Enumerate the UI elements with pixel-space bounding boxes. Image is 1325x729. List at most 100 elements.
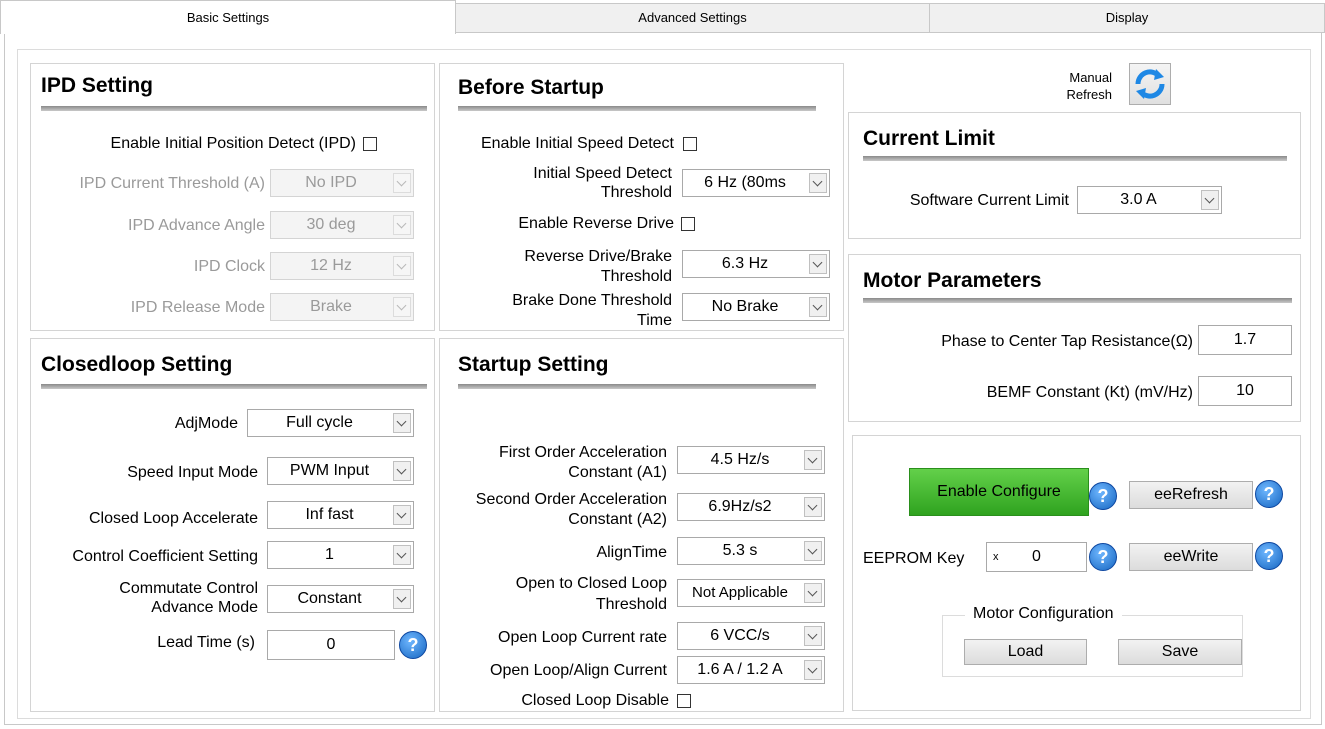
select-value: 12 Hz bbox=[310, 257, 352, 274]
enable-configure-help-icon[interactable]: ? bbox=[1089, 482, 1117, 510]
closed-loop-accelerate-label: Closed Loop Accelerate bbox=[89, 510, 258, 527]
enable-reverse-drive-label: Enable Reverse Drive bbox=[518, 215, 674, 232]
adjmode-label: AdjMode bbox=[174, 415, 238, 432]
chevron-down-icon bbox=[804, 626, 822, 646]
eeprom-key-input[interactable]: x 0 bbox=[986, 542, 1087, 572]
ee-write-help-icon[interactable]: ? bbox=[1255, 542, 1283, 570]
resistance-input[interactable]: 1.7 bbox=[1198, 325, 1292, 355]
control-coefficient-label: Control Coefficient Setting bbox=[72, 548, 258, 565]
current-rate-label: Open Loop Current rate bbox=[498, 629, 667, 646]
closed-loop-disable-label: Closed Loop Disable bbox=[521, 692, 669, 709]
resistance-label: Phase to Center Tap Resistance(Ω) bbox=[941, 333, 1193, 350]
software-current-limit-select[interactable]: 3.0 A bbox=[1077, 186, 1222, 214]
current-rate-select[interactable]: 6 VCC/s bbox=[677, 622, 825, 650]
motor-configuration-title: Motor Configuration bbox=[965, 605, 1122, 623]
reverse-threshold-select[interactable]: 6.3 Hz bbox=[682, 250, 830, 278]
align-current-label: Open Loop/Align Current bbox=[490, 662, 667, 679]
align-time-label: AlignTime bbox=[596, 544, 667, 561]
current-limit-title: Current Limit bbox=[863, 127, 995, 150]
closedloop-title-rule bbox=[41, 384, 427, 389]
speed-detect-threshold-label-2: Threshold bbox=[600, 184, 672, 201]
motor-configuration-group: Motor Configuration Load Save bbox=[942, 605, 1243, 677]
select-value: Inf fast bbox=[305, 506, 354, 523]
commutate-control-label-1: Commutate Control bbox=[119, 580, 258, 597]
lead-time-help-icon[interactable]: ? bbox=[399, 631, 427, 659]
load-button[interactable]: Load bbox=[964, 639, 1087, 665]
chevron-down-icon bbox=[804, 497, 822, 517]
chevron-down-icon bbox=[804, 660, 822, 680]
bemf-constant-input[interactable]: 10 bbox=[1198, 376, 1292, 406]
ipd-advance-angle-select[interactable]: 30 deg bbox=[270, 211, 414, 239]
tab-basic-settings[interactable]: Basic Settings bbox=[0, 0, 456, 34]
speed-input-mode-select[interactable]: PWM Input bbox=[267, 457, 414, 485]
ipd-setting-title: IPD Setting bbox=[41, 74, 154, 97]
chevron-down-icon bbox=[393, 297, 411, 317]
chevron-down-icon bbox=[393, 545, 411, 565]
ipd-clock-label: IPD Clock bbox=[193, 258, 265, 275]
chevron-down-icon bbox=[393, 173, 411, 193]
ipd-release-mode-label: IPD Release Mode bbox=[130, 299, 265, 316]
speed-detect-threshold-select[interactable]: 6 Hz (80ms bbox=[682, 169, 830, 197]
chevron-down-icon bbox=[809, 254, 827, 274]
startup-setting-panel: Startup Setting First Order Acceleration… bbox=[439, 338, 844, 712]
eeprom-key-help-icon[interactable]: ? bbox=[1089, 543, 1117, 571]
a1-select[interactable]: 4.5 Hz/s bbox=[677, 446, 825, 474]
save-button[interactable]: Save bbox=[1118, 639, 1242, 665]
enable-speed-detect-checkbox[interactable] bbox=[683, 137, 697, 151]
enable-ipd-checkbox[interactable] bbox=[363, 137, 377, 151]
enable-configure-button[interactable]: Enable Configure bbox=[909, 468, 1089, 516]
select-value: Brake bbox=[310, 298, 352, 315]
control-coefficient-select[interactable]: 1 bbox=[267, 541, 414, 569]
before-startup-title-rule bbox=[458, 106, 816, 111]
select-value: Constant bbox=[297, 590, 362, 607]
a1-label-2: Constant (A1) bbox=[568, 464, 667, 481]
ipd-setting-panel: IPD Setting Enable Initial Position Dete… bbox=[30, 63, 435, 331]
lead-time-input[interactable]: 0 bbox=[267, 630, 395, 660]
a2-label-1: Second Order Acceleration bbox=[475, 491, 667, 508]
ipd-current-threshold-label: IPD Current Threshold (A) bbox=[79, 175, 265, 192]
chevron-down-icon bbox=[393, 215, 411, 235]
select-value: 5.3 s bbox=[722, 542, 758, 559]
brake-done-select[interactable]: No Brake bbox=[682, 293, 830, 321]
a2-select[interactable]: 6.9Hz/s2 bbox=[677, 493, 825, 521]
eeprom-key-prefix: x bbox=[993, 551, 999, 563]
commutate-control-select[interactable]: Constant bbox=[267, 585, 414, 613]
chevron-down-icon bbox=[393, 505, 411, 525]
closedloop-setting-title: Closedloop Setting bbox=[41, 353, 233, 376]
enable-ipd-label: Enable Initial Position Detect (IPD) bbox=[110, 135, 356, 152]
select-value: Not Applicable bbox=[692, 584, 788, 601]
align-current-select[interactable]: 1.6 A / 1.2 A bbox=[677, 656, 825, 684]
ee-refresh-button[interactable]: eeRefresh bbox=[1129, 481, 1253, 509]
ipd-release-mode-select[interactable]: Brake bbox=[270, 293, 414, 321]
tab-advanced-settings[interactable]: Advanced Settings bbox=[455, 3, 930, 33]
manual-refresh-label-1: Manual bbox=[1069, 70, 1112, 85]
closed-loop-disable-checkbox[interactable] bbox=[677, 694, 691, 708]
closedloop-setting-panel: Closedloop Setting AdjMode Full cycle Sp… bbox=[30, 338, 435, 712]
ee-write-button[interactable]: eeWrite bbox=[1129, 543, 1253, 571]
select-value: 6.9Hz/s2 bbox=[708, 498, 772, 515]
ipd-title-rule bbox=[41, 106, 427, 111]
chevron-down-icon bbox=[393, 413, 411, 433]
tab-display[interactable]: Display bbox=[929, 3, 1325, 33]
chevron-down-icon bbox=[804, 450, 822, 470]
manual-refresh-button[interactable] bbox=[1129, 63, 1171, 105]
motor-parameters-title: Motor Parameters bbox=[863, 269, 1042, 292]
enable-reverse-drive-checkbox[interactable] bbox=[681, 217, 695, 231]
select-value: 6.3 Hz bbox=[721, 255, 769, 272]
closed-loop-accelerate-select[interactable]: Inf fast bbox=[267, 501, 414, 529]
startup-setting-title: Startup Setting bbox=[458, 353, 609, 376]
open-closed-threshold-select[interactable]: Not Applicable bbox=[677, 579, 825, 607]
select-value: 1.6 A / 1.2 A bbox=[697, 661, 783, 678]
adjmode-select[interactable]: Full cycle bbox=[247, 409, 414, 437]
brake-done-label-1: Brake Done Threshold bbox=[512, 292, 672, 309]
align-time-select[interactable]: 5.3 s bbox=[677, 537, 825, 565]
ipd-clock-select[interactable]: 12 Hz bbox=[270, 252, 414, 280]
ipd-current-threshold-select[interactable]: No IPD bbox=[270, 169, 414, 197]
select-value: No Brake bbox=[711, 298, 779, 315]
ee-refresh-help-icon[interactable]: ? bbox=[1255, 480, 1283, 508]
chevron-down-icon bbox=[393, 589, 411, 609]
eeprom-key-label: EEPROM Key bbox=[863, 550, 965, 567]
select-value: 6 Hz (80ms bbox=[704, 174, 786, 191]
motor-parameters-title-rule bbox=[863, 298, 1292, 303]
chevron-down-icon bbox=[393, 461, 411, 481]
